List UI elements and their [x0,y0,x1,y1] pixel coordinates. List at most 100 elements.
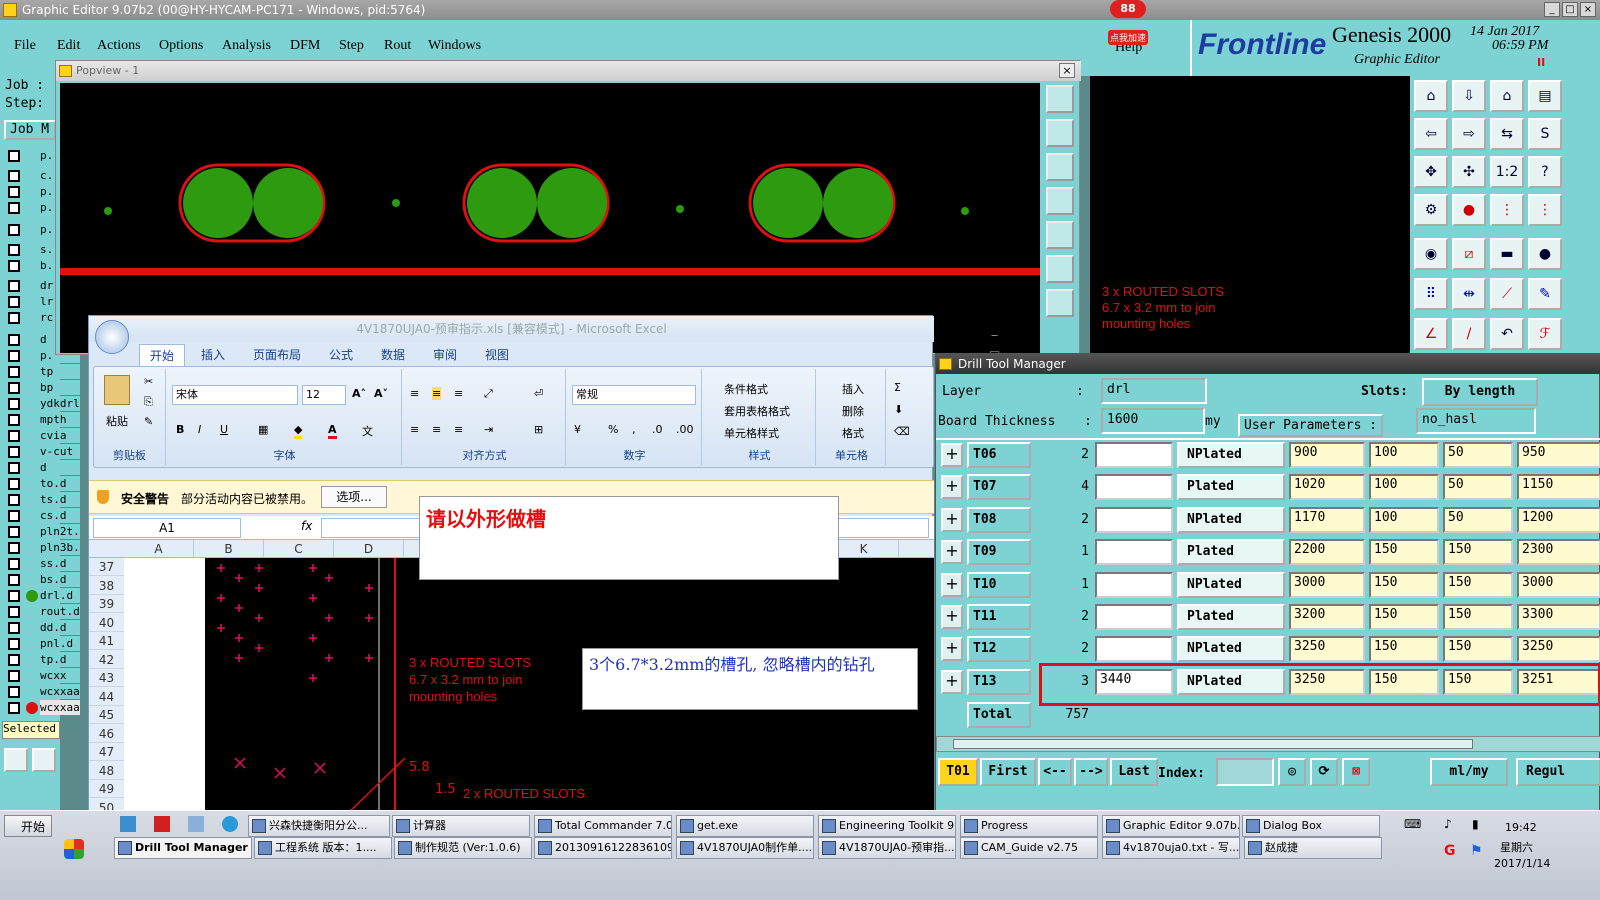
maximize-button[interactable]: □ [1562,2,1578,17]
shrink-font-icon[interactable]: A˅ [374,387,388,400]
decrease-decimal-icon[interactable]: .00 [676,423,694,436]
layer-row[interactable]: p.. [4,184,80,200]
layer-checkbox[interactable] [8,170,20,182]
quicklaunch-icon-1[interactable] [120,816,136,832]
layer-checkbox[interactable] [8,462,20,474]
taskbar-button[interactable]: 4V1870UJA0制作单.... [676,837,814,859]
tol-plus[interactable]: 150 [1369,539,1439,566]
tool-name[interactable]: T08 [967,506,1031,533]
menu-options[interactable]: Options [159,38,203,54]
tol-minus[interactable]: 150 [1443,636,1513,663]
align-right-icon[interactable]: ≡ [454,423,463,436]
ie-icon[interactable] [222,816,238,832]
expand-button[interactable]: + [941,572,963,597]
clock-day[interactable]: 星期六 [1500,839,1533,855]
tab-review[interactable]: 审阅 [433,346,457,363]
finish-size[interactable]: 950 [1517,442,1600,468]
units-select[interactable]: ml/my [1430,758,1508,786]
wrap-text-icon[interactable]: ⏎ [534,387,543,400]
comment-box-2[interactable]: 3个6.7*3.2mm的槽孔, 忽略槽内的钻孔 [582,648,918,710]
row-header[interactable]: 40 [89,614,124,632]
layer-checkbox[interactable] [8,702,20,714]
menu-windows[interactable]: Windows [428,38,481,54]
conditional-format-button[interactable]: 条件格式 [724,381,768,397]
tool-size[interactable]: 1020 [1289,474,1365,501]
refresh-tool-icon[interactable]: ⟳ [1310,758,1338,786]
menu-rout[interactable]: Rout [384,38,411,54]
row-header[interactable]: 42 [89,651,124,669]
layer-checkbox[interactable] [8,414,20,426]
row-header[interactable]: 43 [89,669,124,687]
menu-actions[interactable]: Actions [97,38,141,54]
layers-red-icon-2[interactable]: ⋮ [1528,194,1562,226]
expand-button[interactable]: + [941,669,963,694]
expand-button[interactable]: + [941,507,963,532]
layer-checkbox[interactable] [8,558,20,570]
layer-row[interactable]: d [4,460,80,476]
column-header[interactable]: C [264,540,334,558]
layer-row[interactable]: wcxx [4,668,80,684]
layer-checkbox[interactable] [8,296,20,308]
plating-type-select[interactable]: Plated [1177,539,1285,566]
column-header[interactable]: K [829,540,899,558]
nav-tool-field[interactable]: T01 [938,758,978,786]
row-header[interactable]: 49 [89,780,124,798]
layer-checkbox[interactable] [8,446,20,458]
line-icon[interactable]: ⟋ [1490,278,1524,310]
layer-checkbox[interactable] [8,398,20,410]
layer-row[interactable]: drl.d [4,588,80,604]
fit-icon[interactable]: ✥ [1414,156,1448,188]
windows-logo-icon[interactable] [64,839,84,859]
popview-tool-6[interactable] [1046,255,1074,283]
menu-analysis[interactable]: Analysis [222,38,271,54]
align-left-icon[interactable]: ≡ [410,423,419,436]
increase-decimal-icon[interactable]: .0 [652,423,663,436]
layer-row[interactable]: wcxxaaa [4,700,80,716]
layer-row[interactable]: lr [4,294,80,310]
layer-checkbox[interactable] [8,150,20,162]
tool-name[interactable]: T09 [967,539,1031,566]
popview-tool-1[interactable] [1046,85,1074,113]
italic-icon[interactable]: I [198,423,201,436]
user-params-field[interactable]: no_hasl [1416,408,1536,434]
tab-view[interactable]: 视图 [485,346,509,363]
tool-input[interactable] [1095,442,1173,468]
layer-checkbox[interactable] [8,312,20,324]
row-header[interactable]: 48 [89,762,124,780]
last-button[interactable]: Last [1110,758,1158,786]
layer-row[interactable]: rc [4,310,80,326]
finish-size[interactable]: 3250 [1517,636,1600,663]
taskbar-button[interactable]: 4v1870uja0.txt - 写... [1102,837,1240,859]
move-icon[interactable]: ✣ [1452,156,1486,188]
start-button[interactable]: 开始 [4,815,52,837]
taskbar-button[interactable]: 工程系统 版本：1.... [254,837,392,859]
paste-icon[interactable] [104,375,130,405]
layer-row[interactable]: tp.d [4,652,80,668]
delete-cells-button[interactable]: 删除 [842,403,864,419]
layer-row[interactable]: ts.d [4,492,80,508]
fx-icon[interactable]: fx [301,519,312,533]
thickness-field[interactable]: 1600 [1101,408,1205,434]
finish-size[interactable]: 3000 [1517,571,1600,598]
align-bottom-icon[interactable]: ≡ [454,387,463,400]
layer-row[interactable]: p.. [4,200,80,216]
currency-icon[interactable]: ¥ [574,423,581,436]
format-cells-button[interactable]: 格式 [842,425,864,441]
connect-icon[interactable]: ⠿ [1414,278,1448,310]
indent-icon[interactable]: ⇥ [484,423,493,436]
layer-checkbox[interactable] [8,260,20,272]
tool-size[interactable]: 900 [1289,442,1365,468]
target-tool-icon[interactable]: ◎ [1278,758,1306,786]
layer-row[interactable]: dr [4,278,80,294]
layer-checkbox[interactable] [8,686,20,698]
join-icon[interactable]: ⇹ [1452,278,1486,310]
row-header[interactable]: 45 [89,706,124,724]
popview-tool-7[interactable] [1046,289,1074,317]
flag-icon[interactable]: ⚑ [1470,843,1483,859]
taskbar-button[interactable]: 兴森快捷衡阳分公... [248,815,390,837]
number-format-select[interactable]: 常规 [572,385,696,405]
step-icon[interactable]: S [1528,118,1562,150]
tol-minus[interactable]: 150 [1443,539,1513,566]
layer-checkbox[interactable] [8,606,20,618]
tol-plus[interactable]: 150 [1369,571,1439,598]
